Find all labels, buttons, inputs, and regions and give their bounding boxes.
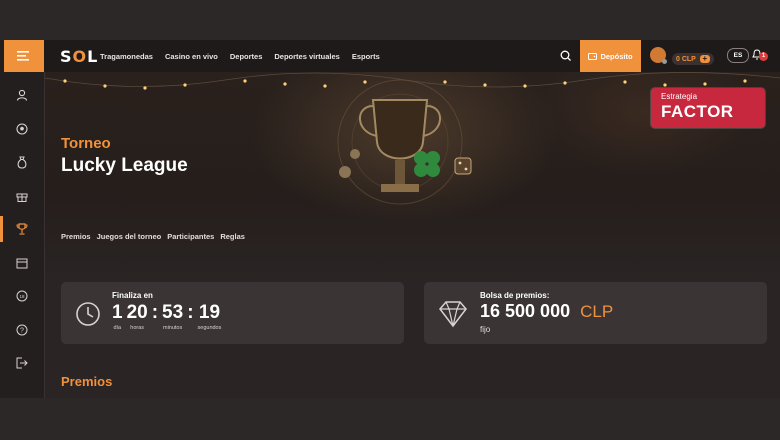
page-title: Lucky League <box>61 155 188 176</box>
notifications-button[interactable]: 1 <box>752 48 768 64</box>
countdown-label: Finaliza en <box>112 291 153 300</box>
menu-button[interactable] <box>4 40 44 72</box>
countdown-days: 1 día <box>112 302 123 331</box>
days-value: 1 <box>112 302 123 323</box>
sidebar-item-tournaments[interactable] <box>0 214 44 244</box>
promo-big-text: FACTOR <box>661 102 734 121</box>
sidebar-item-promotions[interactable] <box>0 181 44 211</box>
nav-live-casino[interactable]: Casino en vivo <box>165 52 218 61</box>
nav-virtual-sports[interactable]: Deportes virtuales <box>274 52 339 61</box>
tab-games[interactable]: Juegos del torneo <box>97 232 162 241</box>
tournament-banner: Torneo Lucky League Estrategia FACTOR Pr… <box>45 72 780 282</box>
language-selector[interactable]: ES <box>727 48 749 63</box>
sidebar-item-sports[interactable] <box>0 114 44 144</box>
seconds-label: segundos <box>197 325 222 331</box>
nav-slots[interactable]: Tragamonedas <box>100 52 153 61</box>
search-button[interactable] <box>558 48 574 64</box>
promo-small-text: Estrategia <box>661 92 698 101</box>
logout-icon <box>16 357 28 369</box>
sidebar-item-bonus[interactable] <box>0 147 44 177</box>
clock-icon <box>76 302 100 326</box>
tab-rules[interactable]: Reglas <box>220 232 245 241</box>
minutes-value: 53 <box>162 302 184 323</box>
prize-pool-amount: 16 500 000 CLP <box>480 301 613 322</box>
logo-letter-s: S <box>60 47 73 66</box>
football-icon <box>16 123 28 135</box>
balance-amount: 0 CLP <box>676 55 696 63</box>
gift-icon <box>16 193 28 202</box>
sidebar-item-help[interactable]: ? <box>0 315 44 345</box>
seconds-value: 19 <box>198 302 221 323</box>
app-window: 18 ? SOL Tragamonedas Casino en vivo Dep… <box>0 40 780 398</box>
tournament-tabs: Premios Juegos del torneo Participantes … <box>61 232 245 241</box>
time-separator: : <box>187 302 194 323</box>
sidebar-item-profile[interactable] <box>0 80 44 110</box>
user-icon <box>16 89 28 101</box>
svg-text:?: ? <box>20 327 24 334</box>
prize-amount-value: 16 500 000 <box>480 301 571 321</box>
top-bar: SOL Tragamonedas Casino en vivo Deportes… <box>44 40 780 72</box>
promo-badge[interactable]: Estrategia FACTOR <box>651 88 765 128</box>
tab-prizes[interactable]: Premios <box>61 232 91 241</box>
diamond-icon <box>439 301 467 328</box>
main-nav: Tragamonedas Casino en vivo Deportes Dep… <box>100 40 380 72</box>
deposit-label: Depósito <box>600 51 633 61</box>
money-bag-icon <box>17 156 27 169</box>
time-separator: : <box>151 302 159 323</box>
minutes-label: minutos <box>162 325 183 331</box>
section-title-prizes: Premios <box>61 374 113 389</box>
add-funds-button[interactable]: + <box>699 55 710 63</box>
countdown-hours: 20 horas <box>127 302 148 331</box>
logo-letter-l: L <box>87 47 99 66</box>
prize-pool-note: fijo <box>480 325 491 334</box>
search-icon <box>560 50 571 61</box>
trophy-illustration <box>337 79 472 205</box>
logo-letter-o: O <box>72 47 88 66</box>
hours-value: 20 <box>126 302 148 323</box>
menu-icon <box>17 51 29 61</box>
balance-pill[interactable]: 0 CLP + <box>672 53 714 65</box>
wallet-icon <box>588 52 598 60</box>
countdown-timer: 1 día 20 horas : 53 minutos : 19 segundo… <box>112 302 225 331</box>
support-18-icon: 18 <box>16 290 28 302</box>
countdown-card: Finaliza en 1 día 20 horas : 53 minutos … <box>61 282 404 344</box>
sidebar-item-support[interactable]: 18 <box>0 281 44 311</box>
sidebar-item-calendar[interactable] <box>0 248 44 278</box>
tournament-label: Torneo <box>61 135 111 152</box>
prize-currency: CLP <box>580 302 614 321</box>
trophy-icon <box>16 223 28 235</box>
deposit-button[interactable]: Depósito <box>580 40 641 72</box>
help-icon: ? <box>16 324 28 336</box>
countdown-seconds: 19 segundos <box>198 302 222 331</box>
sidebar-item-logout[interactable] <box>0 348 44 378</box>
tab-participants[interactable]: Participantes <box>167 232 214 241</box>
countdown-minutes: 53 minutos <box>162 302 183 331</box>
nav-sports[interactable]: Deportes <box>230 52 263 61</box>
calendar-icon <box>16 258 28 269</box>
prize-pool-card: Bolsa de premios: 16 500 000 CLP fijo <box>424 282 767 344</box>
logo[interactable]: SOL <box>60 47 99 66</box>
prize-pool-label: Bolsa de premios: <box>480 291 550 300</box>
avatar[interactable] <box>650 47 667 64</box>
hours-label: horas <box>130 325 145 331</box>
nav-esports[interactable]: Esports <box>352 52 380 61</box>
days-label: día <box>113 325 122 331</box>
svg-text:18: 18 <box>19 294 25 299</box>
notification-badge: 1 <box>759 52 768 61</box>
sidebar: 18 ? <box>0 40 45 398</box>
